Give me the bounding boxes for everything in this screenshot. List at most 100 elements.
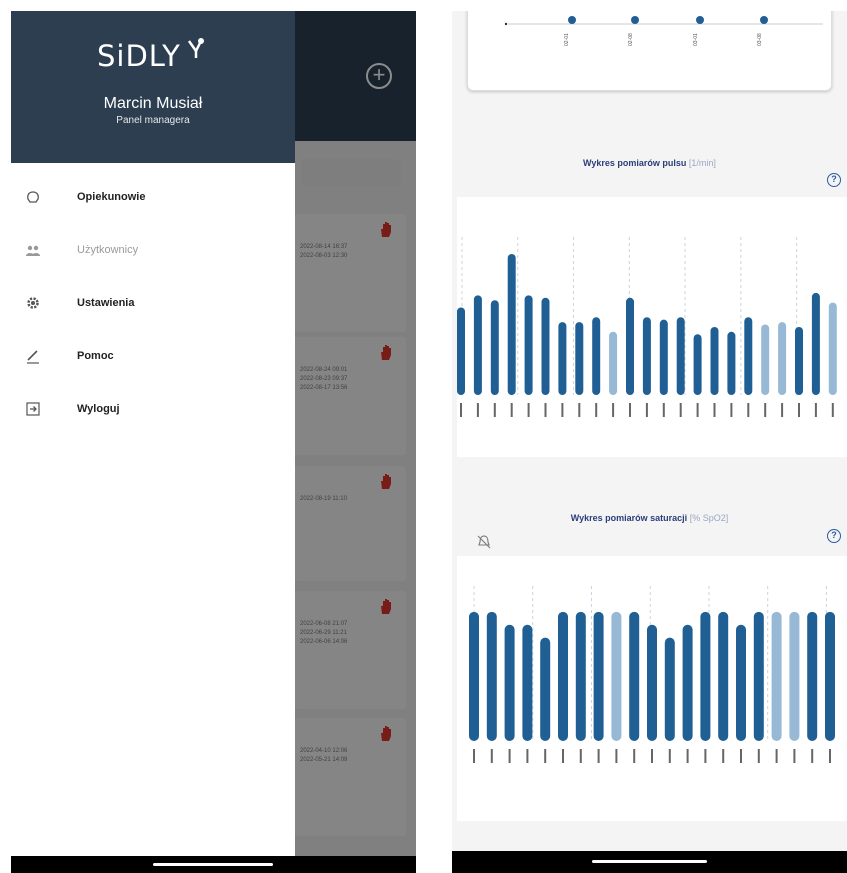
- chart-bar[interactable]: [825, 611, 835, 741]
- chart-bar[interactable]: [700, 611, 711, 741]
- chart-bar[interactable]: [642, 317, 651, 395]
- menu-item-pomoc[interactable]: Pomoc: [11, 336, 295, 376]
- chart-bar[interactable]: [609, 331, 618, 395]
- home-indicator[interactable]: [153, 863, 273, 866]
- chart-bar[interactable]: [541, 297, 550, 395]
- x-tick-label-mark: [633, 749, 636, 763]
- x-tick-label-mark: [686, 749, 689, 763]
- menu-item-uzytkownicy[interactable]: Użytkownicy: [11, 230, 295, 270]
- chart-bar[interactable]: [736, 624, 746, 741]
- chart-bar[interactable]: [778, 322, 787, 395]
- chart-bar[interactable]: [676, 317, 685, 395]
- right-phone-screen: 02-01 02-08 03-01 03-08 Wykres pomiarów …: [452, 11, 847, 873]
- menu-item-opiekunowie[interactable]: Opiekunowie: [11, 177, 295, 217]
- saturation-chart-area: [457, 556, 847, 821]
- x-tick-label-mark: [679, 403, 682, 417]
- chart-bar[interactable]: [507, 254, 516, 395]
- chart-bar[interactable]: [659, 319, 668, 395]
- chart-bar[interactable]: [575, 322, 584, 395]
- saturation-bar-chart: [469, 586, 835, 763]
- chart-bar[interactable]: [693, 334, 702, 395]
- chart-bar[interactable]: [473, 295, 482, 395]
- user-name: Marcin Musiał: [103, 95, 203, 112]
- chart-bar[interactable]: [664, 637, 675, 741]
- previous-chart: 02-01 02-08 03-01 03-08: [504, 16, 823, 46]
- x-tick-label-mark: [645, 403, 648, 417]
- x-tick-label-mark: [668, 749, 671, 763]
- chart-bar[interactable]: [540, 637, 551, 741]
- chart-bar[interactable]: [626, 297, 634, 395]
- x-tick-label-mark: [527, 403, 530, 417]
- no-alarm-bell-icon[interactable]: [476, 534, 492, 550]
- chart-bar[interactable]: [807, 611, 818, 741]
- x-tick-label-mark: [829, 749, 831, 763]
- system-navigation-bar: [452, 851, 847, 873]
- chart-bar[interactable]: [828, 302, 837, 395]
- chart-bar[interactable]: [469, 611, 479, 741]
- x-tick-label-mark: [775, 749, 778, 763]
- chart-bar[interactable]: [647, 624, 657, 741]
- chart-bar[interactable]: [718, 611, 729, 741]
- x-tick-label-mark: [473, 749, 475, 763]
- chart-bar[interactable]: [771, 611, 782, 741]
- chart-bar[interactable]: [710, 326, 719, 395]
- menu-item-label: Pomoc: [77, 350, 114, 362]
- chart-bar[interactable]: [611, 611, 622, 741]
- chart-bar[interactable]: [593, 611, 604, 741]
- chart-bar[interactable]: [629, 611, 640, 741]
- previous-chart-card: 02-01 02-08 03-01 03-08: [467, 11, 832, 91]
- pencil-icon: [25, 348, 41, 364]
- svg-text:02-01: 02-01: [564, 33, 570, 46]
- chart-bar[interactable]: [795, 326, 803, 395]
- home-indicator[interactable]: [592, 860, 707, 863]
- saturation-chart-title: Wykres pomiarów saturacji [% SpO2]: [452, 513, 847, 523]
- x-tick-label-mark: [526, 749, 529, 763]
- help-icon[interactable]: ?: [827, 529, 841, 543]
- chart-bar[interactable]: [524, 295, 533, 395]
- chart-bar[interactable]: [486, 611, 497, 741]
- help-icon[interactable]: ?: [827, 173, 841, 187]
- chart-bar[interactable]: [789, 611, 800, 741]
- chart-bar[interactable]: [457, 307, 465, 395]
- users-icon: [25, 242, 41, 258]
- x-tick-label-mark: [460, 403, 462, 417]
- chart-bar[interactable]: [558, 322, 567, 395]
- x-tick-label-mark: [597, 749, 600, 763]
- chart-bar[interactable]: [592, 317, 601, 395]
- chart-bar[interactable]: [761, 324, 770, 395]
- chart-bar[interactable]: [682, 624, 693, 741]
- chart-bar[interactable]: [811, 292, 820, 395]
- chart-bar[interactable]: [744, 317, 753, 395]
- x-tick-label-mark: [579, 749, 582, 763]
- saturation-title-text: Wykres pomiarów saturacji: [570, 513, 688, 523]
- navigation-drawer: SiDLY Marcin Musiał Panel managera Opiek…: [11, 11, 295, 856]
- x-tick-label-mark: [612, 403, 615, 417]
- chart-bar[interactable]: [558, 611, 568, 741]
- chart-bar[interactable]: [490, 300, 499, 395]
- hand-heart-icon: [25, 189, 41, 205]
- x-tick-label-mark: [781, 403, 784, 417]
- pulse-unit-text: [1/min]: [688, 158, 716, 168]
- svg-text:02-08: 02-08: [628, 33, 634, 46]
- system-navigation-bar: [11, 856, 416, 873]
- menu-item-ustawienia[interactable]: Ustawienia: [11, 283, 295, 323]
- x-tick-label-mark: [629, 403, 631, 417]
- x-tick-label-mark: [740, 749, 742, 763]
- chart-bar[interactable]: [727, 331, 736, 395]
- svg-text:03-08: 03-08: [757, 33, 763, 46]
- x-tick-label-mark: [595, 403, 598, 417]
- x-tick-label-mark: [562, 749, 564, 763]
- svg-text:03-01: 03-01: [693, 33, 699, 46]
- x-tick-label-mark: [730, 403, 733, 417]
- sidly-logo: SiDLY: [97, 39, 181, 73]
- chart-bar[interactable]: [575, 611, 586, 741]
- pulse-chart-area: [457, 197, 847, 457]
- x-tick-label-mark: [490, 749, 493, 763]
- x-tick-label-mark: [651, 749, 653, 763]
- menu-item-wyloguj[interactable]: Wyloguj: [11, 389, 295, 429]
- menu-item-label: Opiekunowie: [77, 191, 146, 203]
- chart-bar[interactable]: [753, 611, 764, 741]
- chart-bar[interactable]: [522, 624, 533, 741]
- chart-bar[interactable]: [504, 624, 515, 741]
- x-tick-label-mark: [831, 403, 834, 417]
